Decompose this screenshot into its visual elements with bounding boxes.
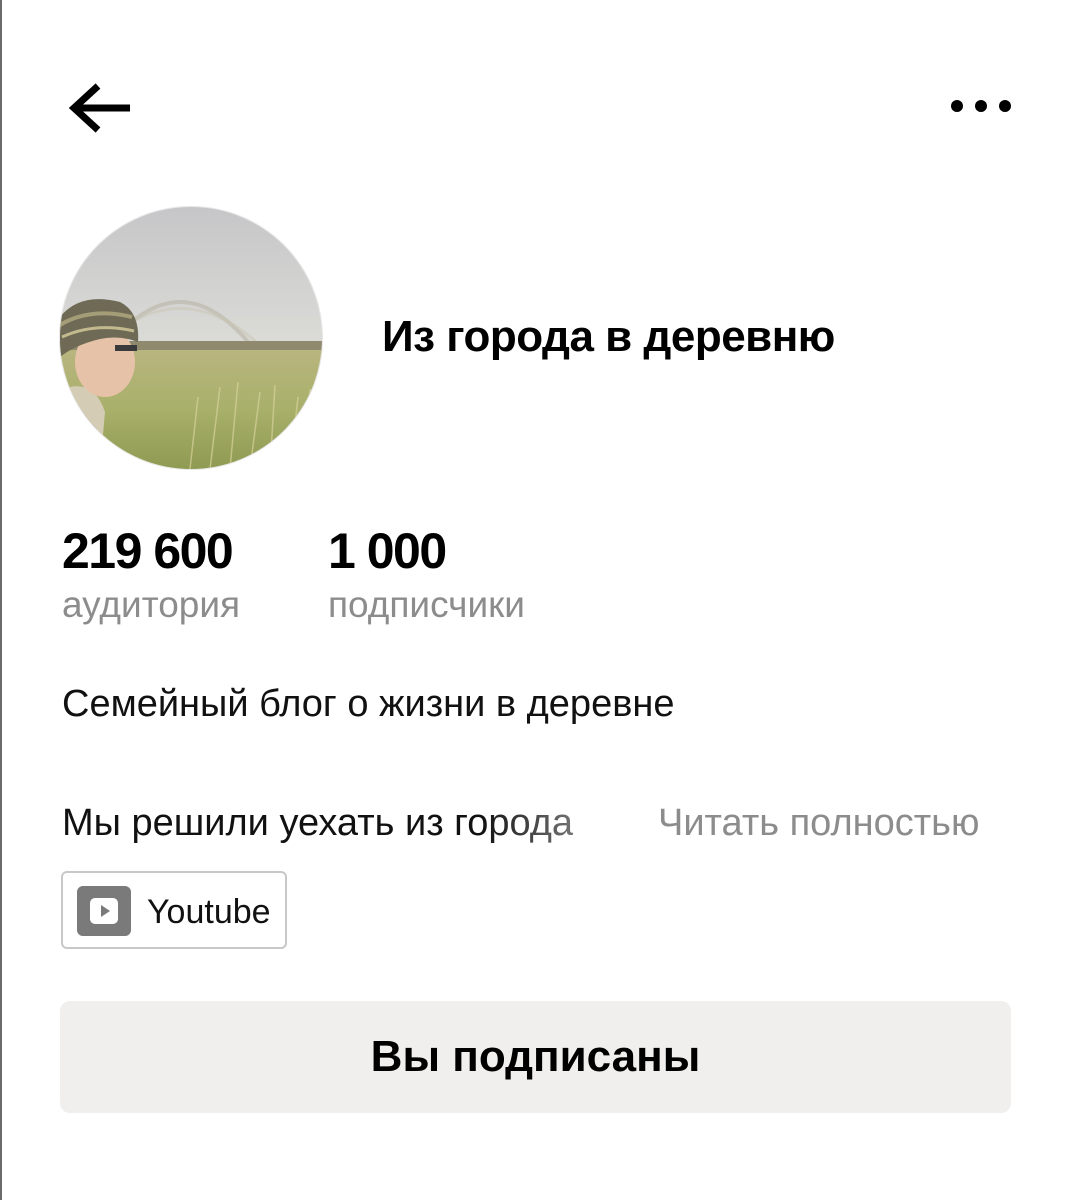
more-menu-button[interactable] <box>944 86 1020 126</box>
channel-avatar[interactable] <box>60 207 322 469</box>
channel-tagline: Семейный блог о жизни в деревне <box>62 683 675 725</box>
avatar-photo <box>60 207 322 469</box>
arrow-left-icon <box>68 83 130 133</box>
subscribed-button[interactable]: Вы подписаны <box>60 1001 1011 1113</box>
audience-count: 219 600 <box>62 523 234 579</box>
channel-description: Мы решили уехать из города <box>62 802 652 845</box>
youtube-link[interactable]: Youtube <box>61 871 287 949</box>
channel-title: Из города в деревню <box>382 312 835 361</box>
subscribers-count: 1 000 <box>328 523 447 579</box>
subscribers-label: подписчики <box>328 584 525 625</box>
back-button[interactable] <box>62 78 138 138</box>
screen-edge <box>0 0 2 1200</box>
more-horizontal-icon <box>951 100 1011 112</box>
youtube-icon <box>77 886 131 936</box>
youtube-link-label: Youtube <box>147 893 271 931</box>
audience-label: аудитория <box>62 584 241 625</box>
read-more-link[interactable]: Читать полностью <box>658 802 979 845</box>
